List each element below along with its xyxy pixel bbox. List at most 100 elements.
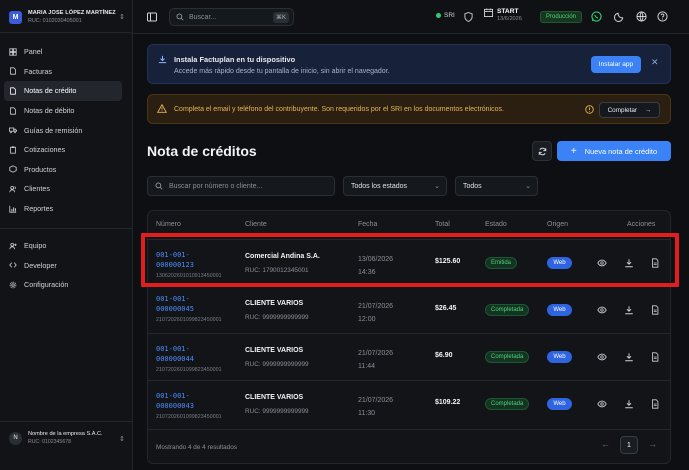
origin-badge: Web — [547, 398, 572, 410]
table-row[interactable]: 001-001- 000000045 2107202601099823450001… — [148, 286, 670, 333]
access-key: 2107202601099823450001 — [156, 367, 222, 373]
access-key: 2107202601099823450001 — [156, 414, 222, 420]
chevron-down-icon: ⌄ — [525, 183, 531, 190]
account-switcher[interactable]: M MARIA JOSE LÓPEZ MARTÍNEZ RUC: 0102030… — [9, 10, 116, 24]
eye-icon[interactable] — [597, 399, 607, 409]
eye-icon[interactable] — [597, 305, 607, 315]
download-icon[interactable] — [624, 305, 634, 315]
box-icon — [9, 165, 17, 174]
sidebar-item-reportes[interactable]: Reportes — [4, 199, 122, 219]
column-header: Número — [156, 221, 181, 228]
date-value: 21/07/2026 — [358, 397, 394, 404]
sri-status[interactable]: SRI — [436, 12, 455, 19]
plan-name: START — [497, 8, 519, 15]
time-value: 11:30 — [358, 410, 375, 417]
total-cell: $26.45 — [435, 305, 457, 312]
origin-filter-value: Todos — [463, 182, 482, 190]
plan-info[interactable]: START 13/6/2026 — [484, 8, 522, 22]
document-number-sequence: 000000045 — [156, 305, 194, 313]
search-placeholder: Buscar por número o cliente... — [169, 182, 263, 190]
date-cell: 21/07/2026 11:30 — [358, 394, 393, 420]
arrow-left-icon[interactable]: ← — [601, 439, 610, 449]
document-icon[interactable] — [650, 305, 660, 315]
date-value: 21/07/2026 — [358, 303, 394, 310]
sidebar-item-configuracion[interactable]: Configuración — [4, 275, 122, 295]
globe-icon[interactable] — [636, 11, 647, 22]
document-number-link[interactable]: 001-001- 000000045 — [156, 294, 194, 314]
sidebar-item-label: Notas de crédito — [24, 86, 77, 96]
download-icon[interactable] — [624, 352, 634, 362]
help-icon[interactable] — [657, 11, 668, 22]
install-app-button[interactable]: Instalar app — [591, 56, 641, 73]
chevron-updown-icon[interactable]: ⇕ — [119, 13, 125, 21]
document-number-link[interactable]: 001-001- 000000044 — [156, 344, 194, 364]
total-cell: $6.90 — [435, 352, 453, 359]
new-credit-note-button[interactable]: + Nueva nota de crédito — [557, 141, 671, 161]
chevron-updown-icon[interactable]: ⇕ — [119, 435, 125, 443]
sidebar-item-cotizaciones[interactable]: Cotizaciones — [4, 140, 122, 160]
table-search-input[interactable]: Buscar por número o cliente... — [147, 176, 335, 196]
topbar: Buscar... ⌘K SRI START 13/6/2026 Producc… — [133, 0, 689, 34]
results-count: Mostrando 4 de 4 resultados — [156, 444, 237, 451]
complete-button[interactable]: Completar → — [599, 102, 660, 118]
document-icon[interactable] — [650, 352, 660, 362]
global-search[interactable]: Buscar... ⌘K — [169, 8, 294, 26]
download-icon[interactable] — [624, 399, 634, 409]
sidebar-item-notas-credito[interactable]: Notas de crédito — [4, 81, 122, 101]
document-icon[interactable] — [650, 399, 660, 409]
table-footer: Mostrando 4 de 4 resultados ← 1 → — [148, 429, 670, 463]
status-dot — [436, 13, 441, 18]
time-value: 12:00 — [358, 316, 376, 323]
sidebar-item-guias[interactable]: Guías de remisión — [4, 120, 122, 140]
client-ruc: RUC: 9999999999999 — [245, 314, 309, 321]
sidebar-item-panel[interactable]: Panel — [4, 42, 122, 62]
status-badge: Completada — [485, 304, 530, 316]
eye-icon[interactable] — [597, 352, 607, 362]
install-title: Instala Factuplan en tu dispositivo — [174, 55, 296, 64]
shield-icon[interactable] — [464, 12, 473, 22]
sidebar: M MARIA JOSE LÓPEZ MARTÍNEZ RUC: 0102030… — [0, 0, 133, 470]
sidebar-item-label: Productos — [24, 164, 57, 174]
sidebar-item-notas-debito[interactable]: Notas de débito — [4, 101, 122, 121]
alert-circle-icon — [585, 105, 594, 114]
page-button-current[interactable]: 1 — [620, 436, 638, 454]
sidebar-toggle-icon[interactable] — [147, 12, 157, 22]
close-icon[interactable]: ✕ — [651, 57, 659, 68]
document-number-link[interactable]: 001-001- 000000043 — [156, 391, 194, 411]
date-cell: 21/07/2026 12:00 — [358, 300, 393, 326]
arrow-right-icon[interactable]: → — [648, 439, 657, 449]
sidebar-item-equipo[interactable]: Equipo — [4, 236, 122, 256]
divider — [0, 32, 133, 33]
moon-icon[interactable] — [614, 11, 625, 22]
refresh-icon — [538, 147, 546, 155]
status-filter-select[interactable]: Todos los estados ⌄ — [343, 176, 447, 196]
column-header: Origen — [547, 221, 569, 228]
environment-badge[interactable]: Producción — [540, 11, 583, 23]
arrow-right-icon: → — [645, 106, 652, 114]
column-header: Acciones — [627, 221, 656, 228]
sidebar-item-label: Cotizaciones — [24, 145, 66, 155]
page-title: Nota de créditos — [147, 143, 257, 159]
client-name: CLIENTE VARIOS — [245, 347, 304, 354]
document-number-prefix: 001-001- — [156, 392, 190, 400]
code-icon — [9, 261, 17, 269]
date-cell: 21/07/2026 11:44 — [358, 347, 393, 373]
table-row[interactable]: 001-001- 000000043 2107202601099823450001… — [148, 380, 670, 427]
sidebar-item-clientes[interactable]: Clientes — [4, 179, 122, 199]
file-icon — [9, 67, 17, 75]
grid-icon — [9, 48, 17, 56]
sidebar-item-productos[interactable]: Productos — [4, 160, 122, 180]
company-switcher[interactable]: N Nombre de la empresa S.A.C. RUC: 01023… — [9, 431, 103, 445]
client-name: CLIENTE VARIOS — [245, 394, 304, 401]
gear-icon — [9, 281, 17, 289]
sidebar-item-facturas[interactable]: Facturas — [4, 62, 122, 82]
table-row[interactable]: 001-001- 000000044 2107202601099823450001… — [148, 333, 670, 380]
sidebar-item-label: Guías de remisión — [24, 125, 83, 135]
warning-banner: Completa el email y teléfono del contrib… — [147, 94, 671, 124]
whatsapp-icon[interactable] — [591, 11, 602, 22]
origin-filter-select[interactable]: Todos ⌄ — [455, 176, 538, 196]
column-header: Estado — [485, 221, 507, 228]
total-cell: $109.22 — [435, 399, 461, 406]
sidebar-item-developer[interactable]: Developer — [4, 256, 122, 276]
refresh-button[interactable] — [532, 141, 552, 161]
